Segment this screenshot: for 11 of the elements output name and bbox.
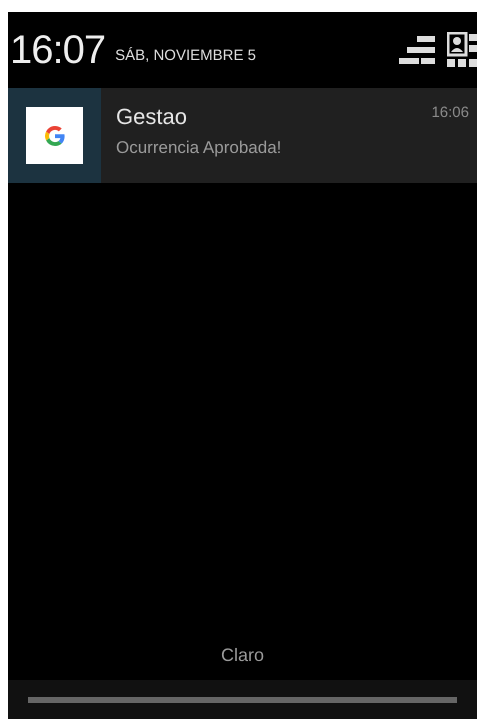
user-grid-icon[interactable] xyxy=(447,32,477,68)
notification-message: Ocurrencia Aprobada! xyxy=(116,138,282,158)
notification-card[interactable]: Gestao 16:06 Ocurrencia Aprobada! xyxy=(8,88,477,183)
notification-title: Gestao xyxy=(116,104,187,130)
carrier-name: Claro xyxy=(220,645,265,667)
clock-time: 16:07 xyxy=(10,28,106,72)
g-logo-icon xyxy=(42,124,66,148)
settings-bars-icon[interactable] xyxy=(399,34,435,66)
notification-time: 16:06 xyxy=(431,104,469,123)
date-text: SÁB, NOVIEMBRE 5 xyxy=(115,46,256,64)
drag-handle[interactable] xyxy=(28,696,457,702)
